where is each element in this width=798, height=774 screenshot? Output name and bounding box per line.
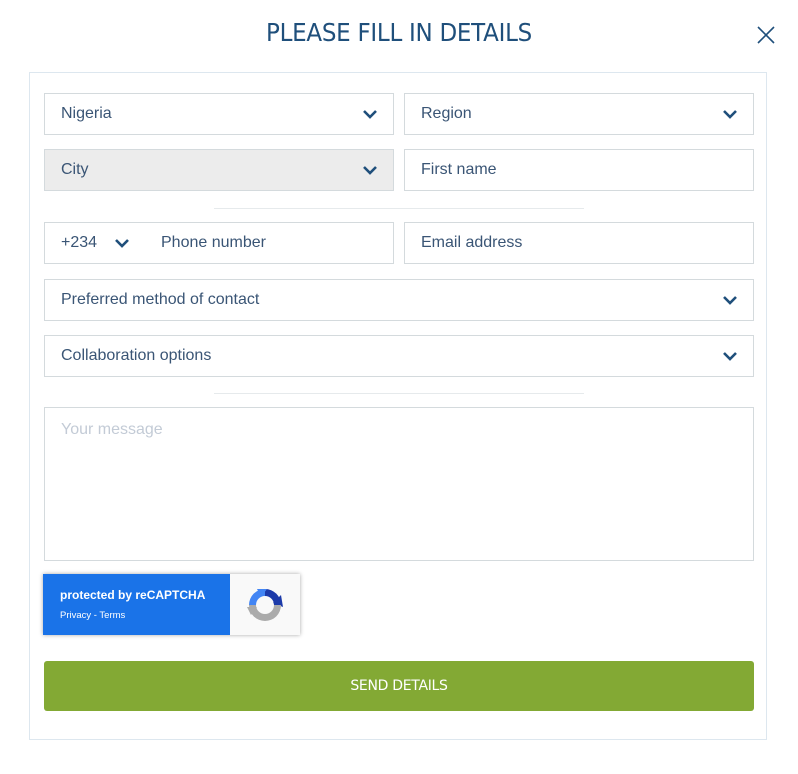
contact-method-select[interactable]: Preferred method of contact [44, 279, 754, 321]
contact-method-placeholder: Preferred method of contact [61, 291, 260, 308]
chevron-down-icon [723, 296, 737, 305]
phone-field[interactable]: +234 Phone number [44, 222, 394, 264]
chevron-down-icon [363, 166, 377, 175]
country-select[interactable]: Nigeria [44, 93, 394, 135]
city-select[interactable]: City [44, 149, 394, 191]
country-value: Nigeria [61, 105, 112, 122]
message-placeholder: Your message [61, 421, 163, 438]
chevron-down-icon [723, 110, 737, 119]
first-name-input[interactable]: First name [404, 149, 754, 191]
chevron-down-icon [115, 239, 129, 248]
chevron-down-icon [723, 352, 737, 361]
recaptcha-info: protected by reCAPTCHA Privacy - Terms [43, 574, 230, 635]
close-button[interactable] [754, 23, 778, 47]
collaboration-placeholder: Collaboration options [61, 347, 212, 364]
region-placeholder: Region [421, 105, 472, 122]
recaptcha-links[interactable]: Privacy - Terms [60, 610, 230, 621]
recaptcha-protected-text: protected by reCAPTCHA [60, 588, 206, 602]
recaptcha-icon [247, 588, 283, 621]
email-placeholder: Email address [421, 234, 523, 251]
chevron-down-icon [363, 110, 377, 119]
dialog-title: PLEASE FILL IN DETAILS [265, 18, 532, 47]
collaboration-select[interactable]: Collaboration options [44, 335, 754, 377]
section-divider [214, 208, 584, 209]
close-icon [757, 26, 775, 44]
recaptcha-badge: protected by reCAPTCHA Privacy - Terms [43, 574, 300, 635]
country-code-select[interactable]: +234 [61, 234, 161, 252]
first-name-placeholder: First name [421, 161, 497, 178]
region-select[interactable]: Region [404, 93, 754, 135]
city-placeholder: City [61, 161, 89, 178]
country-code-value: +234 [61, 234, 98, 251]
recaptcha-logo [230, 574, 300, 635]
email-input[interactable]: Email address [404, 222, 754, 264]
section-divider [214, 393, 584, 394]
message-textarea[interactable]: Your message [44, 407, 754, 561]
send-details-button[interactable]: SEND DETAILS [44, 661, 754, 711]
phone-number-placeholder[interactable]: Phone number [161, 234, 393, 252]
